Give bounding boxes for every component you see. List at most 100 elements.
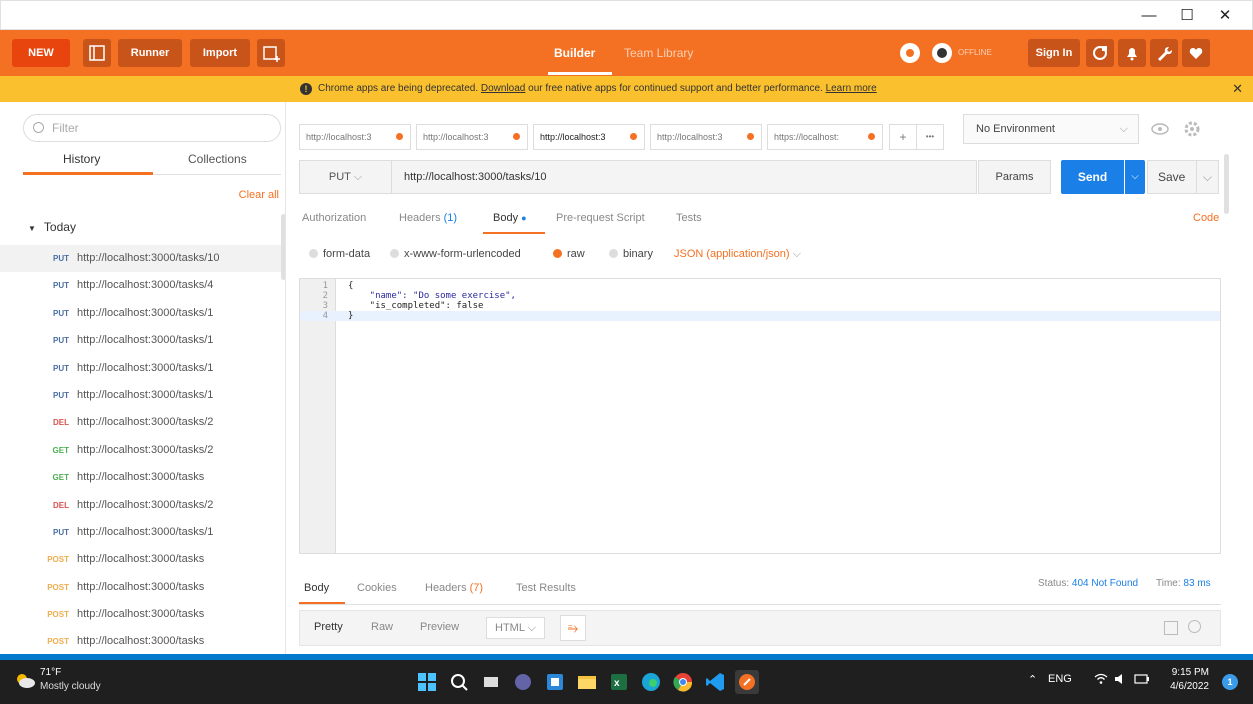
sidebar-toggle-icon[interactable] [83,39,111,67]
battery-icon[interactable] [1134,673,1150,688]
tab-headers[interactable]: Headers (1) [399,212,457,224]
view-preview-button[interactable]: Preview [420,621,459,633]
view-pretty-button[interactable]: Pretty [314,621,343,633]
search-icon[interactable] [1188,620,1201,633]
history-item[interactable]: PUT http://localhost:3000/tasks/4 [0,272,285,299]
file-explorer-icon[interactable] [575,670,599,694]
response-tab-cookies[interactable]: Cookies [357,582,397,594]
chrome-browser-icon[interactable] [671,670,695,694]
history-item[interactable]: POST http://localhost:3000/tasks [0,574,285,601]
wrap-lines-icon[interactable]: ⥱ [560,615,586,641]
radio-binary[interactable]: binary [609,248,653,260]
tab-authorization[interactable]: Authorization [302,212,366,224]
banner-close-button[interactable]: ✕ [1232,76,1243,102]
settings-wrench-icon[interactable] [1150,39,1178,67]
format-select[interactable]: HTML ⌵ [486,617,545,639]
request-tab[interactable]: https://localhost: [767,124,883,150]
tab-body[interactable]: Body ● [493,212,527,224]
history-item[interactable]: PUT http://localhost:3000/tasks/1 [0,519,285,546]
add-tab-button[interactable]: + [889,124,917,150]
history-item[interactable]: GET http://localhost:3000/tasks/2 [0,437,285,464]
radio-form-data[interactable]: form-data [309,248,370,260]
request-tab[interactable]: http://localhost:3 [533,124,645,150]
sidebar-scrollbar[interactable] [281,214,285,280]
tab-history[interactable]: History [63,152,100,166]
history-item[interactable]: POST http://localhost:3000/tasks [0,601,285,628]
edge-browser-icon[interactable] [639,670,663,694]
show-hidden-icons-chevron-icon[interactable]: ⌃ [1028,673,1037,686]
history-item[interactable]: PUT http://localhost:3000/tasks/1 [0,355,285,382]
interceptor-icon[interactable] [900,43,920,63]
history-item[interactable]: DEL http://localhost:3000/tasks/2 [0,409,285,436]
tab-tests[interactable]: Tests [676,212,702,224]
request-tab[interactable]: http://localhost:3 [299,124,411,150]
runner-button[interactable]: Runner [118,39,182,67]
teams-chat-icon[interactable] [511,670,535,694]
send-button[interactable]: Send [1061,160,1124,194]
response-tab-test-results[interactable]: Test Results [516,582,576,594]
environment-select[interactable]: No Environment ⌵ [963,114,1139,144]
gear-icon[interactable] [1181,118,1203,140]
builder-tab[interactable]: Builder [554,30,595,76]
radio-raw[interactable]: raw [553,248,585,260]
vscode-icon[interactable] [703,670,727,694]
clock-date[interactable]: 4/6/2022 [1162,681,1209,692]
send-options-chevron-icon[interactable]: ⌵ [1125,160,1145,194]
widgets-icon[interactable] [543,670,567,694]
import-button[interactable]: Import [190,39,250,67]
postman-icon[interactable] [735,670,759,694]
task-view-icon[interactable] [479,670,503,694]
history-item[interactable]: GET http://localhost:3000/tasks [0,464,285,491]
method-select[interactable]: PUT ⌵ [300,161,392,193]
learn-more-link[interactable]: Learn more [826,83,877,94]
history-item[interactable]: PUT http://localhost:3000/tasks/1 [0,327,285,354]
new-button[interactable]: NEW [12,39,70,67]
maximize-button[interactable]: ☐ [1169,5,1205,27]
main-scrollbar[interactable] [1224,154,1229,214]
response-tab-headers[interactable]: Headers (7) [425,582,483,594]
minimize-button[interactable]: — [1131,5,1167,27]
language-indicator[interactable]: ENG [1048,673,1072,685]
download-link[interactable]: Download [481,83,525,94]
clear-all-button[interactable]: Clear all [239,189,279,201]
weather-temp[interactable]: 71°F [40,667,61,678]
eye-icon[interactable] [1149,120,1171,138]
history-item[interactable]: PUT http://localhost:3000/tasks/1 [0,300,285,327]
url-input[interactable]: http://localhost:3000/tasks/10 [404,161,546,193]
weather-condition[interactable]: Mostly cloudy [40,681,101,692]
tab-pre-request-script[interactable]: Pre-request Script [556,212,645,224]
clock-time[interactable]: 9:15 PM [1169,667,1209,678]
history-item[interactable]: DEL http://localhost:3000/tasks/2 [0,492,285,519]
history-item[interactable]: POST http://localhost:3000/tasks [0,628,285,654]
radio-urlencoded[interactable]: x-www-form-urlencoded [390,248,521,260]
history-item[interactable]: PUT http://localhost:3000/tasks/10 [0,245,285,273]
notification-badge[interactable]: 1 [1222,674,1238,690]
view-raw-button[interactable]: Raw [371,621,393,633]
filter-input[interactable]: Filter [23,114,281,142]
refresh-icon[interactable] [1086,39,1114,67]
save-button[interactable]: Save ⌵ [1147,160,1219,194]
close-window-button[interactable]: ✕ [1207,5,1243,27]
excel-icon[interactable]: x [607,670,631,694]
body-editor[interactable]: 1{2 "name": "Do some exercise", 3 "is_com… [299,278,1221,554]
team-library-tab[interactable]: Team Library [624,30,693,76]
response-tab-body[interactable]: Body [304,582,329,594]
new-window-icon[interactable] [257,39,285,67]
sign-in-button[interactable]: Sign In [1028,39,1080,67]
copy-icon[interactable] [1164,621,1178,635]
request-tab[interactable]: http://localhost:3 [416,124,528,150]
params-button[interactable]: Params [978,160,1051,194]
volume-icon[interactable] [1114,673,1128,688]
weather-cloud-icon[interactable] [14,672,36,688]
code-link[interactable]: Code [1193,212,1219,224]
request-tab[interactable]: http://localhost:3 [650,124,762,150]
history-item[interactable]: POST http://localhost:3000/tasks [0,546,285,573]
sync-status-icon[interactable] [932,43,952,63]
wifi-icon[interactable] [1094,673,1108,688]
search-icon[interactable] [447,670,471,694]
notifications-bell-icon[interactable] [1118,39,1146,67]
tab-collections[interactable]: Collections [188,152,247,166]
start-windows-icon[interactable] [415,670,439,694]
more-tabs-button[interactable]: ••• [916,124,944,150]
heart-icon[interactable] [1182,39,1210,67]
